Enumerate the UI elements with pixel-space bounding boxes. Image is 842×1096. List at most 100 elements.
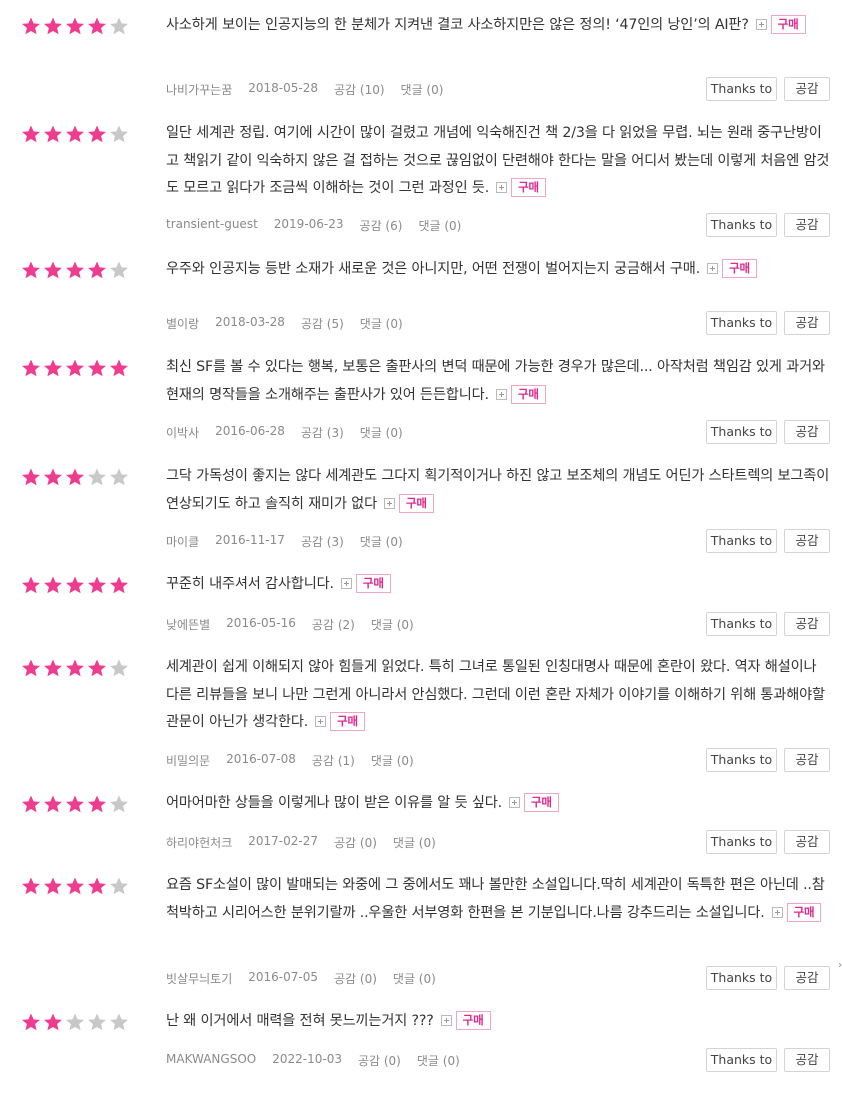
star-filled-icon <box>44 877 62 895</box>
like-button[interactable]: 공감 <box>784 420 830 444</box>
expand-icon[interactable] <box>755 19 767 30</box>
thanks-to-button[interactable]: Thanks to <box>706 748 777 772</box>
expand-icon[interactable] <box>496 182 508 193</box>
star-filled-icon <box>22 125 40 143</box>
like-button[interactable]: 공감 <box>784 612 830 636</box>
author-name[interactable]: 비밀의문 <box>166 752 210 769</box>
review-date: 2017-02-27 <box>248 834 318 848</box>
thanks-to-button[interactable]: Thanks to <box>706 830 777 854</box>
comment-count[interactable]: 댓글 (0) <box>393 970 436 987</box>
comment-count[interactable]: 댓글 (0) <box>393 834 436 851</box>
review-text: 난 왜 이거에서 매력을 전혀 못느끼는거지 ??? 구매 <box>166 1008 830 1036</box>
thanks-to-button[interactable]: Thanks to <box>706 77 777 101</box>
star-filled-icon <box>44 795 62 813</box>
expand-icon[interactable] <box>495 388 507 400</box>
star-filled-icon <box>22 1013 40 1031</box>
thanks-to-button[interactable]: Thanks to <box>706 1048 777 1072</box>
like-count: 공감 (3) <box>300 535 344 549</box>
comment-count[interactable]: 댓글 (0) <box>371 616 414 633</box>
author-name[interactable]: 이박사 <box>166 424 199 441</box>
author-name[interactable]: 낮에뜬별 <box>166 616 210 633</box>
thanks-to-button[interactable]: Thanks to <box>706 213 777 237</box>
review-meta: MAKWANGSOO 2022-10-03 공감 (0) 댓글 (0) <box>166 1052 476 1069</box>
author-name[interactable]: transient-guest <box>166 217 258 234</box>
expand-icon[interactable] <box>340 578 352 589</box>
star-filled-icon <box>22 795 40 813</box>
star-filled-icon <box>44 659 62 677</box>
star-empty-icon <box>88 1013 106 1031</box>
star-empty-icon <box>88 468 106 486</box>
thanks-to-button[interactable]: Thanks to <box>706 420 777 444</box>
star-rating <box>20 260 130 280</box>
author-name[interactable]: 빗살무늬토기 <box>166 970 232 987</box>
review-actions: Thanks to 공감 <box>706 213 830 237</box>
review-meta: 빗살무늬토기 2016-07-05 공감 (0) 댓글 (0) <box>166 970 452 987</box>
star-filled-icon <box>66 659 84 677</box>
star-empty-icon <box>110 659 128 677</box>
expand-icon[interactable] <box>383 497 395 509</box>
buy-badge: 구매 <box>770 15 806 34</box>
review-date: 2016-07-08 <box>226 752 296 766</box>
star-filled-icon <box>44 125 62 143</box>
review-text: 세계관이 쉽게 이해되지 않아 힘들게 읽었다. 특히 그녀로 통일된 인칭대명… <box>166 654 830 737</box>
like-button[interactable]: 공감 <box>784 748 830 772</box>
author-name[interactable]: 별이랑 <box>166 315 199 332</box>
star-filled-icon <box>66 877 84 895</box>
review-meta: transient-guest 2019-06-23 공감 (6) 댓글 (0) <box>166 217 477 234</box>
author-name[interactable]: 하리야헌처크 <box>166 834 232 851</box>
star-empty-icon <box>110 17 128 35</box>
like-count: 공감 (0) <box>357 1054 401 1068</box>
review-date: 2019-06-23 <box>273 217 344 231</box>
expand-icon[interactable] <box>440 1015 452 1026</box>
review-meta: 이박사 2016-06-28 공감 (3) 댓글 (0) <box>166 424 419 441</box>
buy-badge: 구매 <box>722 259 757 278</box>
like-count: 공감 (6) <box>359 219 403 233</box>
star-filled-icon <box>66 125 84 143</box>
comment-count[interactable]: 댓글 (0) <box>417 1052 460 1069</box>
expand-icon[interactable] <box>707 263 719 274</box>
star-rating <box>20 467 130 487</box>
like-button[interactable]: 공감 <box>784 213 830 237</box>
star-filled-icon <box>22 17 40 35</box>
author-name[interactable]: 마이클 <box>166 533 199 550</box>
comment-count[interactable]: 댓글 (0) <box>360 424 403 441</box>
author-name[interactable]: MAKWANGSOO <box>166 1052 256 1069</box>
comment-count[interactable]: 댓글 (0) <box>401 81 444 98</box>
like-button[interactable]: 공감 <box>784 1048 830 1072</box>
like-button[interactable]: 공감 <box>784 529 830 553</box>
thanks-to-button[interactable]: Thanks to <box>706 966 777 990</box>
expand-icon[interactable] <box>771 906 783 918</box>
review-date: 2016-11-17 <box>215 533 285 547</box>
review-actions: Thanks to 공감 <box>706 966 830 990</box>
like-button[interactable]: 공감 <box>784 830 830 854</box>
comment-count[interactable]: 댓글 (0) <box>360 533 403 550</box>
like-count: 공감 (3) <box>300 426 344 440</box>
star-empty-icon <box>66 1013 84 1031</box>
review-meta: 별이랑 2018-03-28 공감 (5) 댓글 (0) <box>166 315 419 332</box>
review-text: 그닥 가독성이 좋지는 않다 세계관도 그다지 획기적이거나 하진 않고 보조체… <box>166 463 830 518</box>
like-button[interactable]: 공감 <box>784 966 830 990</box>
thanks-to-button[interactable]: Thanks to <box>706 311 777 335</box>
review-body: 어마어마한 상들을 이렇게나 많이 받은 이유를 알 듯 싶다. <box>166 795 502 811</box>
like-button[interactable]: 공감 <box>784 77 830 101</box>
thanks-to-button[interactable]: Thanks to <box>706 612 777 636</box>
review-actions: Thanks to 공감 <box>706 612 830 636</box>
star-filled-icon <box>22 877 40 895</box>
review-text: 어마어마한 상들을 이렇게나 많이 받은 이유를 알 듯 싶다. 구매 <box>166 790 830 818</box>
buy-badge: 구매 <box>355 574 391 593</box>
comment-count[interactable]: 댓글 (0) <box>418 217 461 234</box>
scroll-arrow-icon[interactable]: › <box>838 960 842 971</box>
like-button[interactable]: 공감 <box>784 311 830 335</box>
author-name[interactable]: 나비가꾸는꿈 <box>166 81 232 98</box>
expand-icon[interactable] <box>315 716 327 727</box>
comment-count[interactable]: 댓글 (0) <box>371 752 414 769</box>
review-text: 꾸준히 내주셔서 감사합니다. 구매 <box>166 571 830 599</box>
expand-icon[interactable] <box>509 797 520 808</box>
thanks-to-button[interactable]: Thanks to <box>706 529 777 553</box>
star-filled-icon <box>44 1013 62 1031</box>
review-actions: Thanks to 공감 <box>706 830 830 854</box>
comment-count[interactable]: 댓글 (0) <box>360 315 403 332</box>
star-empty-icon <box>110 795 128 813</box>
star-filled-icon <box>66 468 84 486</box>
review-meta: 낮에뜬별 2016-05-16 공감 (2) 댓글 (0) <box>166 616 430 633</box>
